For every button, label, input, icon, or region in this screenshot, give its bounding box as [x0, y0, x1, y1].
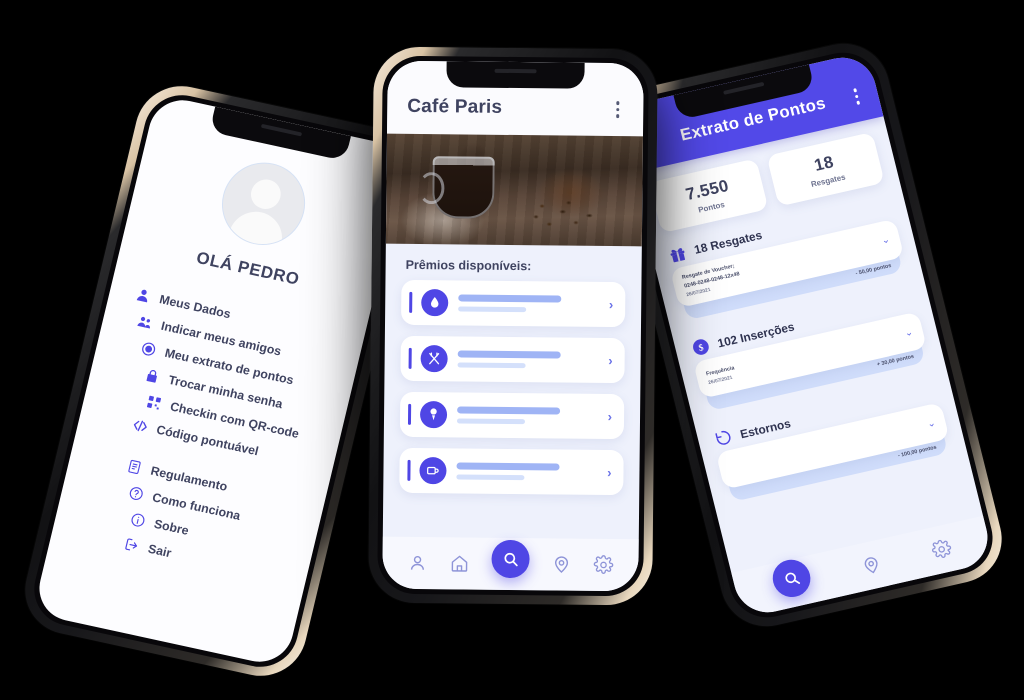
search-icon[interactable] — [491, 539, 530, 579]
location-pin-icon[interactable] — [551, 554, 571, 574]
phone-center-bezel: Café Paris Prêmios disponíveis: › › › › — [377, 55, 649, 597]
logout-icon — [122, 536, 141, 555]
title-placeholder — [458, 293, 562, 303]
cutlery-icon — [420, 344, 448, 372]
subtitle-placeholder — [457, 361, 527, 368]
list-item[interactable]: › — [399, 391, 625, 439]
refund-icon — [712, 427, 735, 449]
notch — [446, 61, 585, 89]
sidebar-item-label: Sair — [146, 541, 173, 561]
prize-list: › › › › — [383, 279, 641, 495]
user-avatar-placeholder-icon — [247, 176, 284, 212]
info-icon — [128, 511, 147, 530]
person-outline-icon[interactable] — [407, 553, 427, 573]
question-icon — [127, 484, 146, 503]
coin-icon: $ — [690, 336, 713, 358]
search-icon[interactable] — [768, 556, 815, 601]
phone-left-profile-menu: OLÁ PEDRO Meus Dados Indicar meus amigos… — [15, 77, 427, 685]
chevron-down-icon[interactable]: ⌄ — [926, 418, 937, 430]
subtitle-placeholder — [458, 305, 527, 312]
title-placeholder — [457, 349, 561, 358]
chevron-right-icon[interactable]: › — [600, 408, 613, 423]
phone-left-screen: OLÁ PEDRO Meus Dados Indicar meus amigos… — [32, 93, 410, 669]
coffee-photo — [385, 133, 643, 246]
phone-right-points-statement: Extrato de Pontos 7.550 Pontos 18 Resgat… — [598, 34, 1012, 636]
bottom-nav — [731, 515, 995, 619]
coffee-cup-graphic — [432, 155, 495, 219]
kebab-menu-icon[interactable] — [612, 97, 624, 122]
phone-center-screen: Café Paris Prêmios disponíveis: › › › › — [382, 60, 644, 592]
accent-bar — [409, 291, 413, 313]
bottom-nav — [382, 536, 639, 592]
chevron-down-icon[interactable]: ⌄ — [881, 235, 892, 247]
phone-right-bezel: Extrato de Pontos 7.550 Pontos 18 Resgat… — [609, 45, 1001, 625]
subtitle-placeholder — [456, 417, 526, 424]
gear-icon[interactable] — [930, 538, 954, 561]
list-item[interactable]: › — [401, 279, 626, 327]
chevron-right-icon[interactable]: › — [600, 352, 613, 368]
coin-icon — [139, 340, 158, 359]
drop-icon — [421, 288, 449, 316]
document-icon — [125, 458, 144, 477]
kebab-menu-icon[interactable] — [848, 83, 865, 109]
title-placeholder — [456, 461, 560, 470]
accent-bar — [407, 459, 411, 481]
page-title: Café Paris — [407, 96, 503, 119]
section-title: Prêmios disponíveis: — [405, 257, 532, 273]
chevron-down-icon[interactable]: ⌄ — [904, 327, 915, 339]
lock-icon — [143, 367, 162, 386]
phone-center-store-rewards: Café Paris Prêmios disponíveis: › › › › — [368, 46, 658, 606]
gear-icon[interactable] — [593, 555, 614, 575]
list-item[interactable]: › — [400, 335, 625, 383]
phone-left-bezel: OLÁ PEDRO Meus Dados Indicar meus amigos… — [26, 88, 416, 674]
people-icon — [135, 313, 154, 332]
speaker-slot — [494, 68, 537, 74]
location-pin-icon[interactable] — [860, 554, 884, 577]
code-icon — [131, 417, 150, 436]
accent-bar — [407, 403, 412, 425]
icecream-icon — [419, 400, 448, 428]
sidebar-item-label: Sobre — [152, 516, 191, 538]
coffee-cup-icon — [419, 456, 447, 484]
screenshot-stage: OLÁ PEDRO Meus Dados Indicar meus amigos… — [0, 0, 1024, 700]
person-icon — [134, 286, 153, 305]
speaker-slot — [722, 81, 765, 95]
title-placeholder — [457, 405, 560, 414]
subtitle-placeholder — [456, 473, 525, 480]
gift-icon — [666, 243, 689, 265]
profile-menu-list: Meus Dados Indicar meus amigos Meu extra… — [50, 276, 366, 595]
list-item[interactable]: › — [399, 447, 624, 495]
accent-bar — [408, 347, 412, 369]
chevron-right-icon[interactable]: › — [599, 464, 612, 479]
qrcode-icon — [144, 393, 163, 412]
chevron-right-icon[interactable]: › — [601, 296, 614, 312]
coffee-beans-graphic — [527, 195, 602, 233]
home-outline-icon[interactable] — [449, 553, 469, 573]
avatar[interactable] — [213, 154, 314, 253]
speaker-slot — [260, 123, 302, 137]
phone-right-screen: Extrato de Pontos 7.550 Pontos 18 Resgat… — [615, 51, 995, 619]
